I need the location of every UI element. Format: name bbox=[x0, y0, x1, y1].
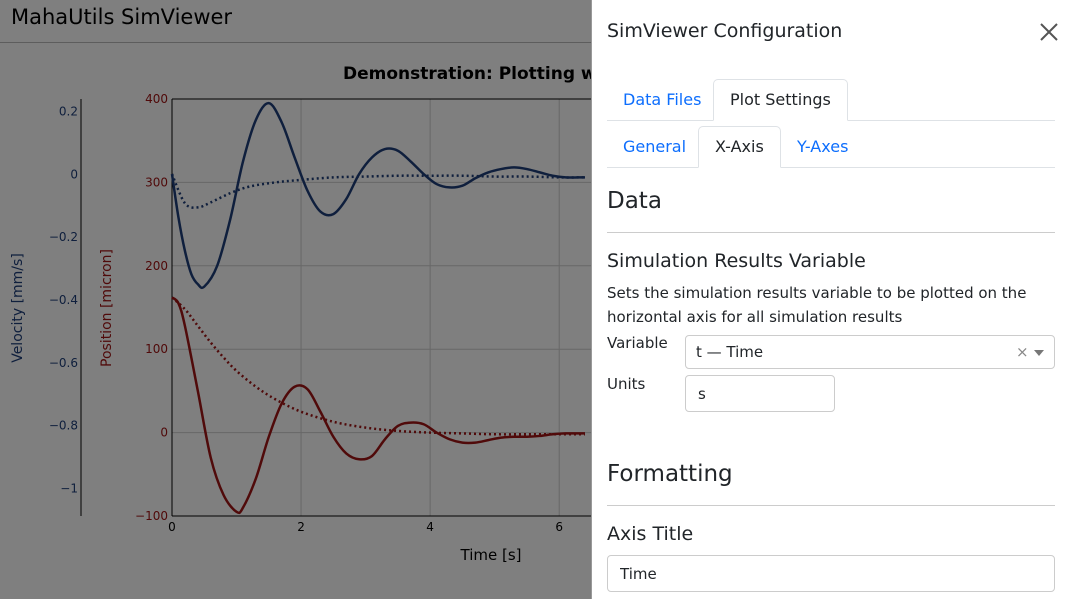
tab-general[interactable]: General bbox=[607, 126, 702, 167]
clear-icon[interactable]: × bbox=[1016, 343, 1029, 361]
main-tabs: Data Files Plot Settings bbox=[607, 79, 1055, 121]
modal-backdrop[interactable] bbox=[0, 0, 591, 599]
chevron-down-icon[interactable] bbox=[1034, 350, 1044, 356]
variable-select[interactable]: t — Time × bbox=[685, 335, 1055, 369]
sim-variable-heading: Simulation Results Variable bbox=[607, 250, 866, 272]
axis-title-label: Axis Title bbox=[607, 523, 694, 545]
axis-title-input[interactable] bbox=[607, 555, 1055, 592]
data-heading: Data bbox=[607, 188, 662, 214]
tab-y-axes[interactable]: Y-Axes bbox=[781, 126, 864, 167]
variable-select-value: t — Time bbox=[696, 343, 764, 361]
units-input[interactable] bbox=[685, 375, 835, 412]
config-panel: SimViewer Configuration Data Files Plot … bbox=[591, 0, 1075, 599]
panel-title: SimViewer Configuration bbox=[607, 20, 843, 42]
close-button[interactable] bbox=[1037, 20, 1061, 44]
variable-label: Variable bbox=[607, 334, 668, 352]
tab-plot-settings[interactable]: Plot Settings bbox=[713, 79, 848, 121]
formatting-divider bbox=[607, 505, 1055, 506]
formatting-heading: Formatting bbox=[607, 461, 733, 487]
tab-x-axis[interactable]: X-Axis bbox=[698, 126, 781, 168]
close-icon bbox=[1040, 23, 1058, 41]
units-label: Units bbox=[607, 375, 646, 393]
sim-variable-description: Sets the simulation results variable to … bbox=[607, 284, 1027, 326]
data-divider bbox=[607, 232, 1055, 233]
tab-data-files[interactable]: Data Files bbox=[607, 79, 717, 120]
sub-tabs: General X-Axis Y-Axes bbox=[607, 126, 1055, 168]
